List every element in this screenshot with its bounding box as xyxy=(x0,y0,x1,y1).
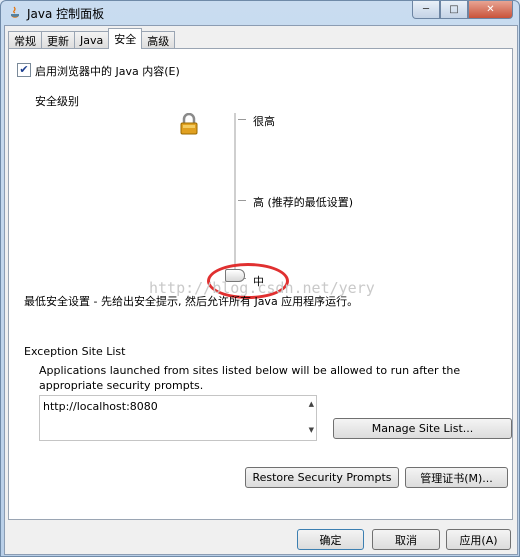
minimize-icon: ─ xyxy=(422,4,430,15)
slider-tick xyxy=(238,200,246,201)
restore-security-prompts-button[interactable]: Restore Security Prompts xyxy=(245,467,399,488)
tab-advanced[interactable]: 高级 xyxy=(141,31,176,49)
minimize-button[interactable]: ─ xyxy=(412,1,440,19)
list-item[interactable]: http://localhost:8080 xyxy=(43,400,158,413)
ok-button[interactable]: 确定 xyxy=(297,529,364,550)
security-level-description: 最低安全设置 - 先给出安全提示, 然后允许所有 Java 应用程序运行。 xyxy=(24,295,359,308)
level-very-high-label[interactable]: 很高 xyxy=(253,113,275,129)
window-controls: ─ □ ✕ xyxy=(412,1,513,19)
scroll-down-icon[interactable]: ▼ xyxy=(309,426,314,434)
exception-site-list-description: Applications launched from sites listed … xyxy=(39,364,461,392)
tab-java[interactable]: Java xyxy=(74,31,110,49)
java-app-icon xyxy=(11,6,19,18)
title-bar[interactable]: Java 控制面板 ─ □ ✕ xyxy=(1,1,519,23)
exception-site-listbox[interactable]: http://localhost:8080 ▲ ▼ xyxy=(39,395,317,441)
security-slider-track[interactable] xyxy=(234,113,236,279)
enable-java-label[interactable]: 启用浏览器中的 Java 内容(E) xyxy=(35,63,180,79)
level-high-label[interactable]: 高 (推荐的最低设置) xyxy=(253,194,353,210)
security-level-title: 安全级别 xyxy=(35,95,79,108)
exception-site-list-title: Exception Site List xyxy=(24,345,126,358)
window-title: Java 控制面板 xyxy=(27,7,105,21)
manage-site-list-button[interactable]: Manage Site List... xyxy=(333,418,512,439)
client-area: 常规 更新 Java 安全 高级 ✔ 启用浏览器中的 Java 内容(E) 安全… xyxy=(4,25,518,555)
java-control-panel-window: Java 控制面板 ─ □ ✕ 常规 更新 Java 安全 高级 ✔ 启用浏览器… xyxy=(0,0,520,557)
maximize-button[interactable]: □ xyxy=(440,1,468,19)
apply-button[interactable]: 应用(A) xyxy=(446,529,511,550)
enable-java-checkbox[interactable]: ✔ xyxy=(17,63,31,77)
slider-tick xyxy=(238,119,246,120)
manage-certificates-button[interactable]: 管理证书(M)... xyxy=(405,467,508,488)
tab-update[interactable]: 更新 xyxy=(41,31,75,49)
scroll-up-icon[interactable]: ▲ xyxy=(309,400,314,408)
checkmark-icon: ✔ xyxy=(19,63,29,76)
tab-general[interactable]: 常规 xyxy=(8,31,42,49)
maximize-icon: □ xyxy=(449,4,459,15)
tab-security[interactable]: 安全 xyxy=(108,28,143,49)
close-icon: ✕ xyxy=(486,4,495,15)
cancel-button[interactable]: 取消 xyxy=(372,529,440,550)
close-button[interactable]: ✕ xyxy=(468,1,513,19)
lock-icon xyxy=(180,113,198,135)
security-panel: ✔ 启用浏览器中的 Java 内容(E) 安全级别 很高 高 (推荐的最低设置)… xyxy=(8,48,513,520)
tab-strip: 常规 更新 Java 安全 高级 xyxy=(8,28,176,49)
